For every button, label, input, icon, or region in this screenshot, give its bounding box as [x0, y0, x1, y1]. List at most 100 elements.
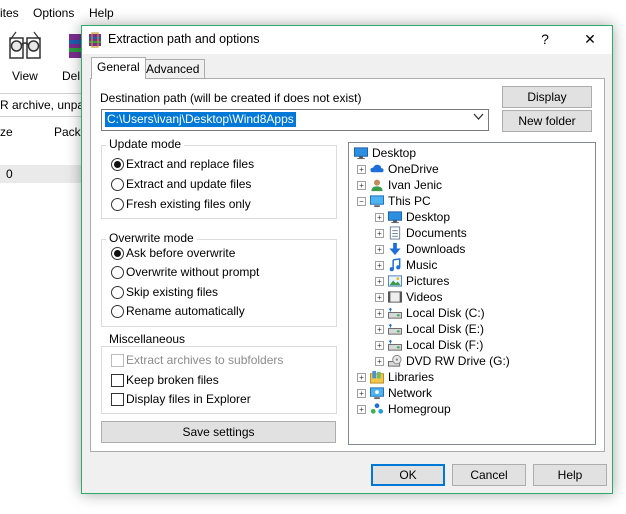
- expand-icon[interactable]: +: [357, 181, 366, 190]
- menu-item-favorites[interactable]: ites: [0, 6, 19, 20]
- expand-icon[interactable]: +: [357, 405, 366, 414]
- expand-icon[interactable]: +: [357, 389, 366, 398]
- radio-button[interactable]: [111, 266, 124, 279]
- radio-label: Ask before overwrite: [126, 246, 236, 260]
- cancel-button[interactable]: Cancel: [452, 464, 526, 486]
- computer-icon: [370, 195, 384, 208]
- tree-node[interactable]: + Videos: [373, 289, 589, 305]
- collapse-icon[interactable]: −: [357, 197, 366, 206]
- background-file-row[interactable]: 0: [0, 165, 90, 183]
- dialog-titlebar[interactable]: Extraction path and options ? ✕: [82, 26, 612, 54]
- tree-node[interactable]: + Local Disk (F:): [373, 337, 589, 353]
- radio-button[interactable]: [111, 178, 124, 191]
- tree-node-label: Ivan Jenic: [388, 178, 443, 192]
- toolbar-view-button[interactable]: View: [5, 28, 45, 88]
- radio-label: Skip existing files: [126, 285, 219, 299]
- folder-tree[interactable]: Desktop + OneDrive + Ivan Jenic − This PC + Desk…: [348, 142, 596, 445]
- expand-icon[interactable]: +: [375, 229, 384, 238]
- extraction-dialog: Extraction path and options ? ✕ General …: [81, 25, 613, 494]
- tree-node-label: Homegroup: [388, 402, 451, 416]
- path-text: R archive, unpac: [0, 98, 90, 112]
- destination-label: Destination path (will be created if doe…: [100, 91, 362, 105]
- tree-node[interactable]: + Music: [373, 257, 589, 273]
- tab-advanced[interactable]: Advanced: [140, 59, 206, 79]
- user-icon: [371, 179, 383, 192]
- checkbox-label: Keep broken files: [126, 373, 219, 387]
- expand-icon[interactable]: +: [375, 261, 384, 270]
- tree-node[interactable]: + Desktop: [373, 209, 589, 225]
- tree-node-label: OneDrive: [388, 162, 439, 176]
- save-settings-button[interactable]: Save settings: [101, 421, 336, 443]
- radio-button[interactable]: [111, 305, 124, 318]
- tree-node[interactable]: Desktop: [349, 145, 589, 161]
- radio-button[interactable]: [111, 158, 124, 171]
- radio-button[interactable]: [111, 286, 124, 299]
- close-icon: ✕: [584, 31, 596, 47]
- tree-node-label: Videos: [406, 290, 443, 304]
- column-packed[interactable]: Pack: [54, 119, 81, 145]
- tree-node[interactable]: + Ivan Jenic: [355, 177, 589, 193]
- tree-node[interactable]: + Local Disk (C:): [373, 305, 589, 321]
- expand-icon[interactable]: +: [375, 309, 384, 318]
- tree-node[interactable]: + OneDrive: [355, 161, 589, 177]
- music-icon: [389, 258, 401, 272]
- expand-icon[interactable]: +: [375, 277, 384, 286]
- expand-icon[interactable]: +: [375, 357, 384, 366]
- expand-icon[interactable]: +: [375, 341, 384, 350]
- help-button[interactable]: Help: [533, 464, 607, 486]
- radio-label: Fresh existing files only: [126, 197, 251, 211]
- menu-item-help[interactable]: Help: [89, 6, 114, 20]
- expand-icon[interactable]: +: [357, 373, 366, 382]
- tree-node[interactable]: + Pictures: [373, 273, 589, 289]
- toolbar-view-label: View: [12, 69, 38, 83]
- menu-item-options[interactable]: Options: [33, 6, 74, 20]
- destination-path-value[interactable]: C:\Users\ivanj\Desktop\Wind8Apps: [105, 112, 296, 127]
- expand-icon[interactable]: +: [375, 293, 384, 302]
- tree-node[interactable]: + Network: [355, 385, 589, 401]
- background-column-header: ze Pack: [0, 119, 90, 145]
- tree-node-label: Desktop: [372, 146, 417, 160]
- expand-icon[interactable]: +: [375, 213, 384, 222]
- homegroup-icon: [370, 403, 384, 414]
- background-toolbar: View Del: [0, 26, 90, 90]
- videos-icon: [388, 291, 402, 303]
- expand-icon[interactable]: +: [357, 165, 366, 174]
- help-title-button[interactable]: ?: [525, 26, 565, 54]
- destination-path-combo[interactable]: C:\Users\ivanj\Desktop\Wind8Apps: [101, 109, 489, 131]
- tree-node-label: Downloads: [406, 242, 466, 256]
- radio-label: Extract and update files: [126, 177, 252, 191]
- tree-node-label: Libraries: [388, 370, 435, 384]
- chevron-down-icon[interactable]: [473, 113, 484, 124]
- desktop-icon: [388, 211, 402, 224]
- tree-node-label: Local Disk (C:): [406, 306, 485, 320]
- tree-node[interactable]: + Libraries: [355, 369, 589, 385]
- display-button[interactable]: Display: [502, 86, 592, 108]
- radio-button[interactable]: [111, 198, 124, 211]
- row-size-value: 0: [6, 167, 13, 181]
- tree-node[interactable]: + Local Disk (E:): [373, 321, 589, 337]
- expand-icon[interactable]: +: [375, 325, 384, 334]
- radio-button[interactable]: [111, 247, 124, 260]
- disk-icon: [388, 339, 402, 351]
- overwrite-mode-title: Overwrite mode: [106, 231, 197, 245]
- tree-node[interactable]: + DVD RW Drive (G:): [373, 353, 589, 369]
- close-button[interactable]: ✕: [570, 26, 610, 54]
- tab-general[interactable]: General: [91, 57, 146, 79]
- toolbar-delete-label: Del: [62, 69, 81, 83]
- checkbox[interactable]: [111, 393, 124, 406]
- tree-node-label: This PC: [388, 194, 431, 208]
- checkbox[interactable]: [111, 374, 124, 387]
- expand-icon[interactable]: +: [375, 245, 384, 254]
- tree-node[interactable]: − This PC: [355, 193, 589, 209]
- new-folder-button[interactable]: New folder: [502, 110, 592, 132]
- disk-icon: [388, 323, 402, 335]
- radio-label: Rename automatically: [126, 304, 245, 318]
- tree-node[interactable]: + Homegroup: [355, 401, 589, 417]
- cloud-icon: [370, 164, 384, 173]
- tree-node[interactable]: + Documents: [373, 225, 589, 241]
- tree-node[interactable]: + Downloads: [373, 241, 589, 257]
- download-icon: [389, 242, 401, 256]
- libraries-icon: [370, 370, 384, 384]
- column-size[interactable]: ze: [0, 119, 13, 145]
- ok-button[interactable]: OK: [371, 464, 445, 486]
